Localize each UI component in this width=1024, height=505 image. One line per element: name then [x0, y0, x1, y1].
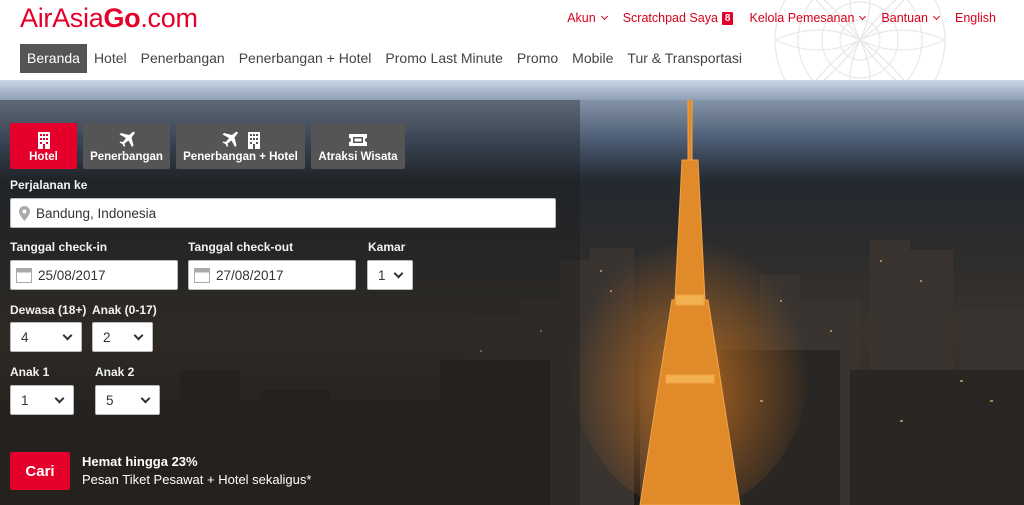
- calendar-icon: [194, 268, 210, 283]
- chevron-down-icon: [932, 12, 941, 21]
- adults-value: 4: [21, 330, 29, 345]
- tab-hotel-label: Hotel: [29, 151, 58, 163]
- hotel-building-icon: [37, 132, 50, 149]
- checkin-date-value: 25/08/2017: [38, 267, 106, 283]
- rooms-value: 1: [378, 268, 386, 283]
- checkout-label: Tanggal check-out: [188, 240, 294, 254]
- chevron-down-icon: [54, 393, 65, 404]
- airplane-icon: [222, 131, 238, 147]
- top-links: Akun Scratchpad Saya 8 Kelola Pemesanan B…: [551, 11, 996, 25]
- logo-text-go: Go: [103, 3, 141, 33]
- rooms-label: Kamar: [368, 240, 406, 254]
- child1-age-value: 1: [21, 393, 29, 408]
- hero-sky-strip: [0, 80, 1024, 100]
- destination-input[interactable]: Bandung, Indonesia: [10, 198, 556, 228]
- rooms-select[interactable]: 1: [367, 260, 413, 290]
- children-value: 2: [103, 330, 111, 345]
- language-english-link[interactable]: English: [955, 11, 996, 25]
- hotel-building-icon: [247, 132, 260, 149]
- child2-age-select[interactable]: 5: [95, 385, 160, 415]
- chevron-down-icon: [600, 12, 608, 21]
- search-button[interactable]: Cari: [10, 452, 70, 490]
- nav-tur-transportasi[interactable]: Tur & Transportasi: [620, 44, 749, 73]
- map-pin-icon: [19, 205, 30, 221]
- english-label: English: [955, 11, 996, 25]
- destination-value: Bandung, Indonesia: [36, 205, 157, 221]
- promo-title: Hemat hingga 23%: [82, 454, 198, 469]
- nav-beranda[interactable]: Beranda: [20, 44, 87, 73]
- children-label: Anak (0-17): [92, 303, 157, 317]
- nav-hotel[interactable]: Hotel: [87, 44, 134, 73]
- scratchpad-link[interactable]: Scratchpad Saya 8: [623, 11, 734, 25]
- logo-text-airasia: AirAsia: [20, 3, 104, 33]
- promo-text: Pesan Tiket Pesawat + Hotel sekaligus*: [82, 472, 312, 487]
- children-select[interactable]: 2: [92, 322, 153, 352]
- site-header: AirAsiaGo.com Akun Scratchpad Saya 8 Kelo…: [0, 0, 1024, 80]
- logo-text-com: .com: [140, 3, 198, 33]
- nav-promo-last-minute[interactable]: Promo Last Minute: [378, 44, 510, 73]
- main-nav: Beranda Hotel Penerbangan Penerbangan + …: [20, 44, 749, 73]
- scratchpad-label: Scratchpad Saya: [622, 11, 718, 25]
- kelola-pemesanan-menu[interactable]: Kelola Pemesanan: [749, 11, 867, 25]
- bantuan-label: Bantuan: [881, 11, 928, 25]
- tab-atraksi-wisata[interactable]: Atraksi Wisata: [311, 123, 405, 169]
- checkin-label: Tanggal check-in: [10, 240, 108, 254]
- tab-penerbangan-hotel-label: Penerbangan + Hotel: [183, 151, 298, 163]
- tab-penerbangan[interactable]: Penerbangan: [83, 123, 170, 169]
- kelola-label: Kelola Pemesanan: [749, 11, 855, 25]
- akun-menu[interactable]: Akun: [567, 11, 608, 25]
- site-logo[interactable]: AirAsiaGo.com: [20, 3, 198, 34]
- child1-age-label: Anak 1: [10, 365, 50, 379]
- tab-atraksi-label: Atraksi Wisata: [318, 151, 398, 163]
- chevron-down-icon: [62, 330, 73, 341]
- tab-hotel[interactable]: Hotel: [10, 123, 77, 169]
- airplane-icon: [119, 131, 135, 147]
- chevron-down-icon: [133, 330, 144, 341]
- child1-age-select[interactable]: 1: [10, 385, 74, 415]
- checkout-date-input[interactable]: 27/08/2017: [188, 260, 356, 290]
- chevron-down-icon: [859, 12, 867, 21]
- tab-penerbangan-hotel[interactable]: Penerbangan + Hotel: [176, 123, 305, 169]
- child2-age-value: 5: [106, 393, 114, 408]
- nav-promo[interactable]: Promo: [510, 44, 565, 73]
- tab-penerbangan-label: Penerbangan: [90, 151, 163, 163]
- bantuan-menu[interactable]: Bantuan: [881, 11, 941, 25]
- destination-label: Perjalanan ke: [10, 178, 88, 192]
- scratchpad-count-badge: 8: [721, 11, 734, 25]
- chevron-down-icon: [393, 268, 404, 279]
- ticket-icon: [349, 134, 367, 146]
- checkout-date-value: 27/08/2017: [216, 267, 284, 283]
- calendar-icon: [16, 268, 32, 283]
- nav-penerbangan[interactable]: Penerbangan: [134, 44, 232, 73]
- adults-select[interactable]: 4: [10, 322, 82, 352]
- akun-label: Akun: [567, 11, 596, 25]
- nav-mobile[interactable]: Mobile: [565, 44, 620, 73]
- adults-label: Dewasa (18+): [10, 303, 87, 317]
- nav-penerbangan-hotel[interactable]: Penerbangan + Hotel: [232, 44, 379, 73]
- chevron-down-icon: [140, 393, 151, 404]
- checkin-date-input[interactable]: 25/08/2017: [10, 260, 178, 290]
- child2-age-label: Anak 2: [95, 365, 135, 379]
